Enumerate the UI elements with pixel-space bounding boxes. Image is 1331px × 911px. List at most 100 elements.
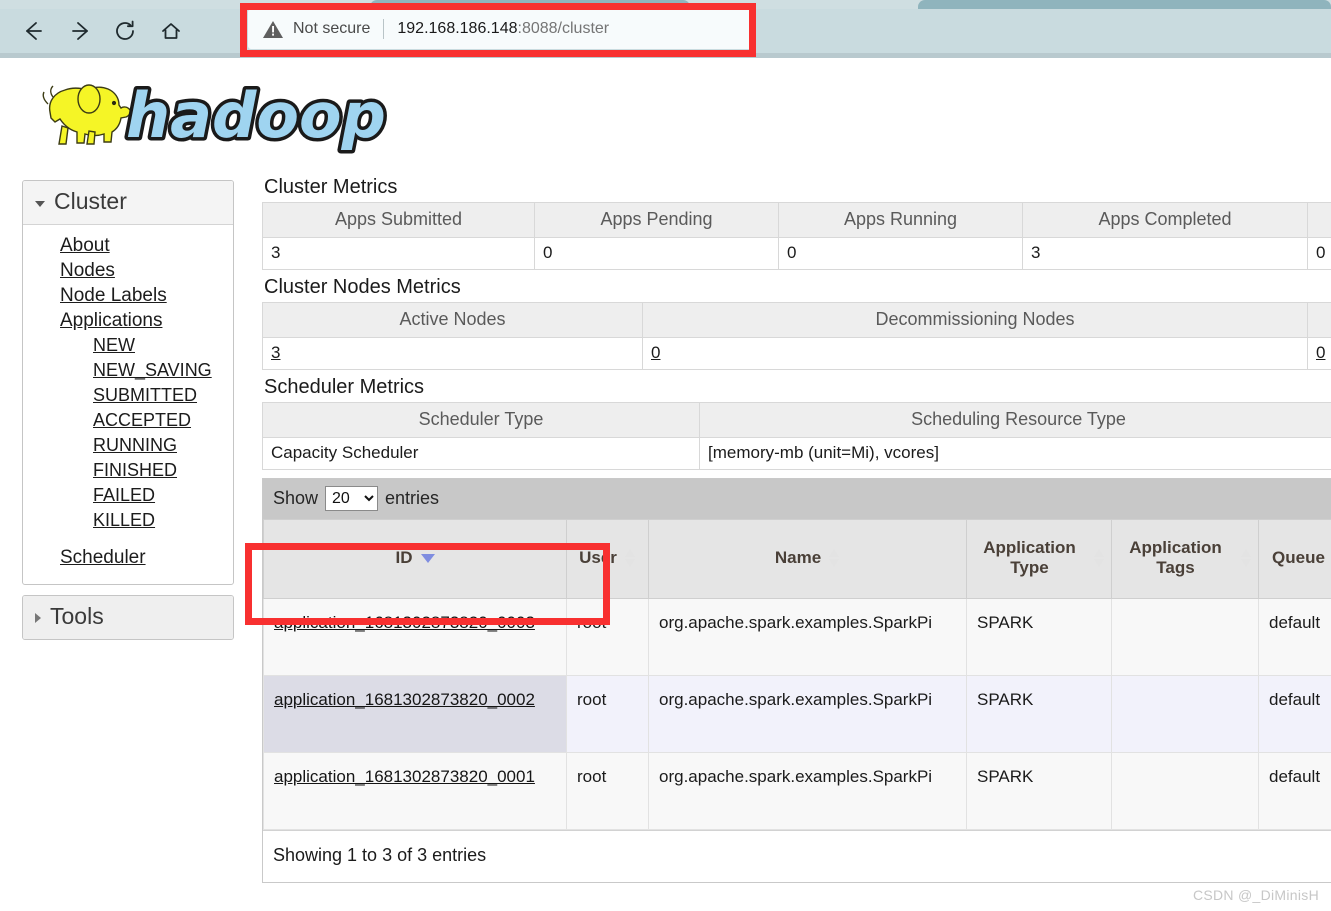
sidebar-item-failed[interactable]: FAILED: [93, 483, 155, 508]
col-scheduling-resource-type: Scheduling Resource Type: [699, 402, 1331, 438]
main-content: Cluster Metrics Apps Submitted Apps Pend…: [262, 176, 1331, 883]
application-id-link[interactable]: application_1681302873820_0003: [274, 613, 535, 632]
cell-application-tags: [1111, 598, 1259, 676]
table-header-row: Apps Submitted Apps Pending Apps Running…: [262, 202, 1331, 238]
cell-application-type: SPARK: [966, 675, 1112, 753]
col-header-id-label: ID: [395, 548, 413, 567]
val-apps-completed: 3: [1022, 237, 1308, 270]
table-header-row: Scheduler Type Scheduling Resource Type: [262, 402, 1331, 438]
sidebar-tools-header[interactable]: Tools: [23, 596, 233, 639]
not-secure-warning-icon[interactable]: [262, 18, 284, 40]
sidebar-item-new-saving[interactable]: NEW_SAVING: [93, 358, 212, 383]
col-active-nodes: Active Nodes: [262, 302, 643, 338]
val-active-nodes[interactable]: 3: [271, 343, 280, 362]
sort-descending-icon[interactable]: [420, 553, 435, 563]
application-id-link[interactable]: application_1681302873820_0002: [274, 690, 535, 709]
cluster-metrics-table: Apps Submitted Apps Pending Apps Running…: [262, 202, 1331, 270]
show-label: Show: [273, 488, 319, 508]
sort-both-icon[interactable]: [1241, 548, 1252, 568]
cluster-metrics-title: Cluster Metrics: [264, 176, 398, 198]
val-decommissioning-nodes[interactable]: 0: [651, 343, 660, 362]
reload-icon[interactable]: [102, 9, 148, 53]
col-header-user-label: User: [579, 548, 617, 567]
cell-id: application_1681302873820_0001: [263, 752, 567, 830]
cell-name: org.apache.spark.examples.SparkPi: [648, 675, 967, 753]
sidebar-item-scheduler[interactable]: Scheduler: [60, 545, 146, 570]
entries-label: entries: [385, 488, 440, 508]
col-header-name[interactable]: Name: [648, 519, 967, 599]
sidebar-item-accepted[interactable]: ACCEPTED: [93, 408, 191, 433]
col-scheduler-type: Scheduler Type: [262, 402, 700, 438]
page-size-select[interactable]: 20 50 100: [325, 486, 379, 511]
hadoop-logo: hadoop hadoop: [18, 66, 408, 156]
sidebar-item-running[interactable]: RUNNING: [93, 433, 177, 458]
sidebar-item-submitted[interactable]: SUBMITTED: [93, 383, 197, 408]
val-decommissioning-nodes-cell: 0: [642, 337, 1308, 370]
page-content: hadoop hadoop Cluster About Nodes Node L…: [0, 58, 1331, 911]
cell-user: root: [566, 675, 649, 753]
val-active-nodes-cell: 3: [262, 337, 643, 370]
val-apps-running: 0: [778, 237, 1023, 270]
col-header-queue-label: Queue: [1272, 548, 1325, 567]
col-apps-pending: Apps Pending: [534, 202, 779, 238]
sort-both-icon[interactable]: [1094, 548, 1105, 568]
cluster-nodes-metrics-table: Active Nodes Decommissioning Nodes 3 0 0: [262, 302, 1331, 370]
cell-name: org.apache.spark.examples.SparkPi: [648, 598, 967, 676]
scheduler-metrics-title: Scheduler Metrics: [264, 376, 425, 398]
browser-tab-partial-2[interactable]: [918, 0, 1331, 9]
sidebar-item-about[interactable]: About: [60, 233, 110, 258]
col-header-application-type[interactable]: Application Type: [966, 519, 1112, 599]
val-scheduling-resource-type: [memory-mb (unit=Mi), vcores]: [699, 437, 1331, 470]
sidebar: Cluster About Nodes Node Labels Applicat…: [22, 180, 234, 640]
forward-arrow-icon[interactable]: [56, 9, 102, 53]
browser-tab-partial-1[interactable]: [370, 0, 690, 9]
sidebar-tools-title: Tools: [50, 603, 104, 629]
chevron-down-icon: [35, 200, 45, 207]
chevron-right-icon: [35, 612, 41, 623]
url-host: 192.168.186.148: [397, 20, 518, 37]
table-header-row: Active Nodes Decommissioning Nodes: [262, 302, 1331, 338]
col-header-id[interactable]: ID: [263, 519, 567, 599]
col-header-queue[interactable]: Queue: [1258, 519, 1331, 599]
sidebar-item-nodes[interactable]: Nodes: [60, 258, 115, 283]
cell-queue: default: [1258, 675, 1331, 753]
col-header-application-type-label: Application Type: [983, 538, 1076, 577]
datatable-info: Showing 1 to 3 of 3 entries: [263, 830, 1331, 882]
sidebar-item-new[interactable]: NEW: [93, 333, 135, 358]
table-row: Capacity Scheduler [memory-mb (unit=Mi),…: [262, 437, 1331, 470]
sidebar-cluster-title: Cluster: [54, 188, 127, 214]
cell-application-tags: [1111, 752, 1259, 830]
col-header-application-tags[interactable]: Application Tags: [1111, 519, 1259, 599]
cell-name: org.apache.spark.examples.SparkPi: [648, 752, 967, 830]
col-header-application-tags-label: Application Tags: [1129, 538, 1222, 577]
sidebar-cluster-header[interactable]: Cluster: [23, 181, 233, 225]
back-arrow-icon[interactable]: [10, 9, 56, 53]
table-row[interactable]: application_1681302873820_0002 root org.…: [263, 675, 1331, 753]
sidebar-item-node-labels[interactable]: Node Labels: [60, 283, 167, 308]
not-secure-label: Not secure: [293, 20, 371, 37]
datatable-length-control: Show 20 50 100 entries: [263, 479, 1331, 519]
table-row[interactable]: application_1681302873820_0003 root org.…: [263, 598, 1331, 676]
sort-both-icon[interactable]: [829, 548, 840, 568]
table-header-row: ID User Name Application Type Applicatio…: [263, 519, 1331, 599]
cell-queue: default: [1258, 598, 1331, 676]
cell-id: application_1681302873820_0002: [263, 675, 567, 753]
col-decommissioning-nodes: Decommissioning Nodes: [642, 302, 1308, 338]
address-bar[interactable]: Not secure 192.168.186.148:8088/cluster: [248, 9, 756, 49]
col-apps-running: Apps Running: [778, 202, 1023, 238]
home-icon[interactable]: [148, 9, 194, 53]
sidebar-panel-cluster: Cluster About Nodes Node Labels Applicat…: [22, 180, 234, 585]
sidebar-item-killed[interactable]: KILLED: [93, 508, 155, 533]
csdn-watermark: CSDN @_DiMinisH: [1192, 887, 1319, 903]
sidebar-item-applications[interactable]: Applications: [60, 308, 162, 333]
sidebar-panel-tools: Tools: [22, 595, 234, 640]
sidebar-item-finished[interactable]: FINISHED: [93, 458, 177, 483]
application-id-link[interactable]: application_1681302873820_0001: [274, 767, 535, 786]
val-scheduler-type: Capacity Scheduler: [262, 437, 700, 470]
table-row[interactable]: application_1681302873820_0001 root org.…: [263, 752, 1331, 830]
val-nodes-overflow[interactable]: 0: [1316, 343, 1325, 362]
col-header-user[interactable]: User: [566, 519, 649, 599]
sort-both-icon[interactable]: [624, 548, 636, 568]
cell-user: root: [566, 598, 649, 676]
